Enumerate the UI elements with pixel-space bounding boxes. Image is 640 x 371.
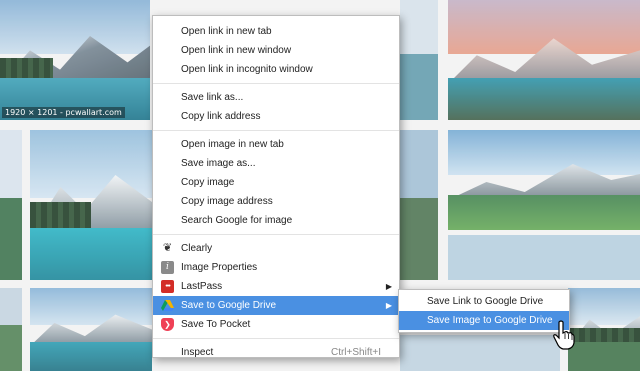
pocket-icon: ❯ [161, 318, 174, 331]
context-menu: Open link in new tab Open link in new wi… [152, 15, 400, 358]
menu-item-label: Open link in new tab [181, 26, 272, 37]
menu-item-label: Save Link to Google Drive [427, 296, 544, 307]
menu-item-inspect[interactable]: Inspect Ctrl+Shift+I [153, 343, 399, 362]
menu-item-label: Inspect [181, 347, 214, 358]
menu-item-label: Save to Google Drive [181, 300, 277, 311]
google-drive-submenu: Save Link to Google Drive Save Image to … [398, 289, 570, 333]
image-thumbnail[interactable] [30, 130, 152, 280]
menu-item-shortcut: Ctrl+Shift+I [330, 347, 381, 358]
image-thumbnail[interactable] [448, 130, 640, 230]
menu-item-label: Open image in new tab [181, 139, 284, 150]
image-thumbnail[interactable] [0, 288, 22, 371]
submenu-arrow-icon: ▶ [385, 301, 392, 310]
menu-item-image-properties[interactable]: i Image Properties [153, 258, 399, 277]
image-thumbnail[interactable]: 1920 × 1201 - pcwallart.com [0, 0, 150, 120]
menu-item-label: Save To Pocket [181, 319, 251, 330]
submenu-arrow-icon: ▶ [385, 282, 392, 291]
menu-item-open-link-incognito[interactable]: Open link in incognito window [153, 60, 399, 79]
menu-item-label: Copy image [181, 177, 235, 188]
hand-cursor-icon [553, 320, 575, 350]
menu-item-label: Image Properties [181, 262, 258, 273]
clearly-icon: ❦ [161, 242, 174, 255]
menu-item-save-link-as[interactable]: Save link as... [153, 88, 399, 107]
menu-item-copy-link-address[interactable]: Copy link address [153, 107, 399, 126]
submenu-item-save-link-drive[interactable]: Save Link to Google Drive [399, 292, 569, 311]
image-thumbnail[interactable] [400, 335, 560, 371]
menu-separator [153, 338, 399, 339]
lastpass-icon: ••• [161, 280, 174, 293]
image-thumbnail[interactable] [0, 130, 22, 280]
menu-item-save-to-pocket[interactable]: ❯ Save To Pocket [153, 315, 399, 334]
menu-separator [153, 234, 399, 235]
menu-item-label: Copy image address [181, 196, 273, 207]
menu-item-copy-image[interactable]: Copy image [153, 173, 399, 192]
info-icon: i [161, 261, 174, 274]
image-thumbnail[interactable] [568, 288, 640, 371]
menu-item-label: Open link in new window [181, 45, 292, 56]
image-thumbnail[interactable] [448, 0, 640, 120]
menu-item-open-image-new-tab[interactable]: Open image in new tab [153, 135, 399, 154]
menu-item-save-to-google-drive[interactable]: Save to Google Drive ▶ [153, 296, 399, 315]
menu-item-copy-image-address[interactable]: Copy image address [153, 192, 399, 211]
menu-item-label: LastPass [181, 281, 223, 292]
menu-item-label: Save link as... [181, 92, 244, 103]
menu-item-label: Clearly [181, 243, 213, 254]
menu-item-label: Save image as... [181, 158, 256, 169]
google-drive-icon [161, 299, 174, 312]
menu-separator [153, 83, 399, 84]
image-size-caption: 1920 × 1201 - pcwallart.com [2, 107, 125, 118]
menu-item-label: Search Google for image [181, 215, 293, 226]
menu-item-lastpass[interactable]: ••• LastPass ▶ [153, 277, 399, 296]
menu-item-label: Save Image to Google Drive [427, 315, 553, 326]
menu-item-label: Copy link address [181, 111, 261, 122]
menu-item-open-link-new-tab[interactable]: Open link in new tab [153, 22, 399, 41]
image-thumbnail[interactable] [400, 0, 438, 120]
menu-item-clearly[interactable]: ❦ Clearly [153, 239, 399, 258]
menu-separator [153, 130, 399, 131]
image-thumbnail[interactable] [448, 235, 640, 280]
menu-item-open-link-new-window[interactable]: Open link in new window [153, 41, 399, 60]
submenu-item-save-image-drive[interactable]: Save Image to Google Drive [399, 311, 569, 330]
menu-item-save-image-as[interactable]: Save image as... [153, 154, 399, 173]
menu-item-label: Open link in incognito window [181, 64, 313, 75]
menu-item-search-google-image[interactable]: Search Google for image [153, 211, 399, 230]
image-thumbnail[interactable] [30, 288, 152, 371]
image-thumbnail[interactable] [400, 130, 438, 280]
